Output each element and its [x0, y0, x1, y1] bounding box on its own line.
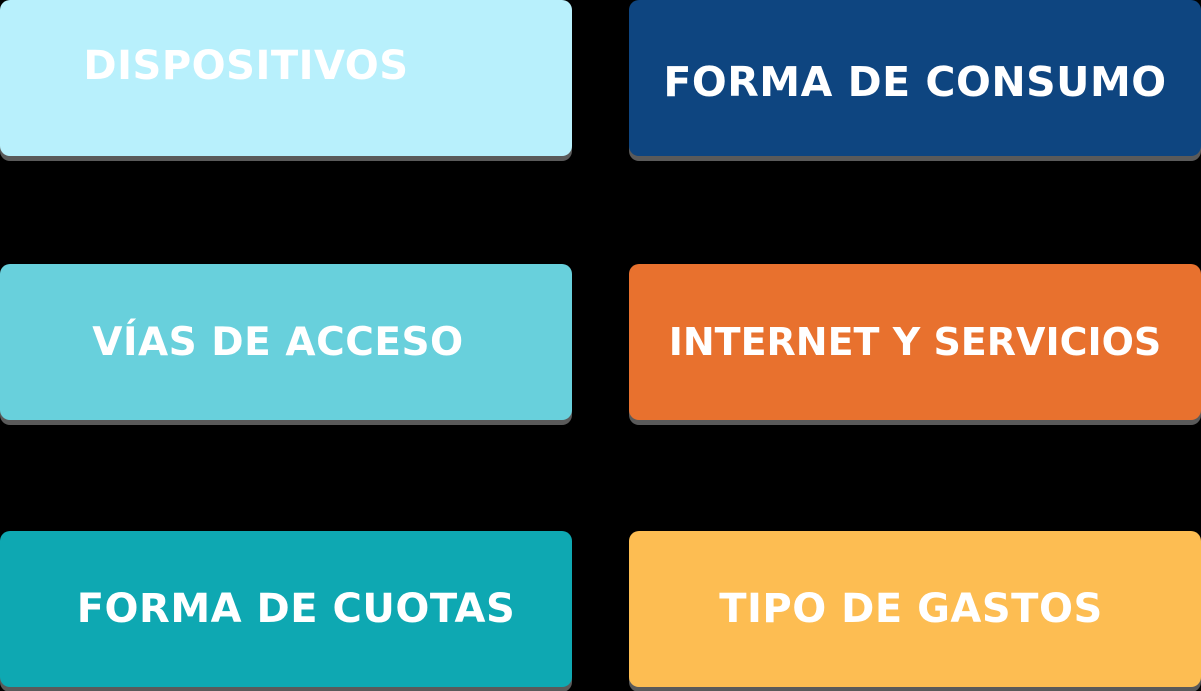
tile-forma-de-consumo[interactable]: FORMA DE CONSUMO: [629, 0, 1201, 156]
tile-forma-de-cuotas[interactable]: FORMA DE CUOTAS: [0, 531, 572, 687]
tile-tipo-de-gastos[interactable]: TIPO DE GASTOS: [629, 531, 1201, 687]
tile-label: TIPO DE GASTOS: [719, 586, 1103, 632]
tile-label: DISPOSITIVOS: [83, 43, 409, 89]
tile-label: INTERNET Y SERVICIOS: [668, 320, 1162, 364]
tile-label: VÍAS DE ACCESO: [92, 319, 464, 365]
tile-label: FORMA DE CONSUMO: [663, 58, 1167, 106]
tile-internet-y-servicios[interactable]: INTERNET Y SERVICIOS: [629, 264, 1201, 420]
tile-dispositivos[interactable]: DISPOSITIVOS: [0, 0, 572, 156]
tile-label: FORMA DE CUOTAS: [76, 586, 516, 632]
category-grid: DISPOSITIVOS FORMA DE CONSUMO VÍAS DE AC…: [0, 0, 1201, 691]
tile-vias-de-acceso[interactable]: VÍAS DE ACCESO: [0, 264, 572, 420]
